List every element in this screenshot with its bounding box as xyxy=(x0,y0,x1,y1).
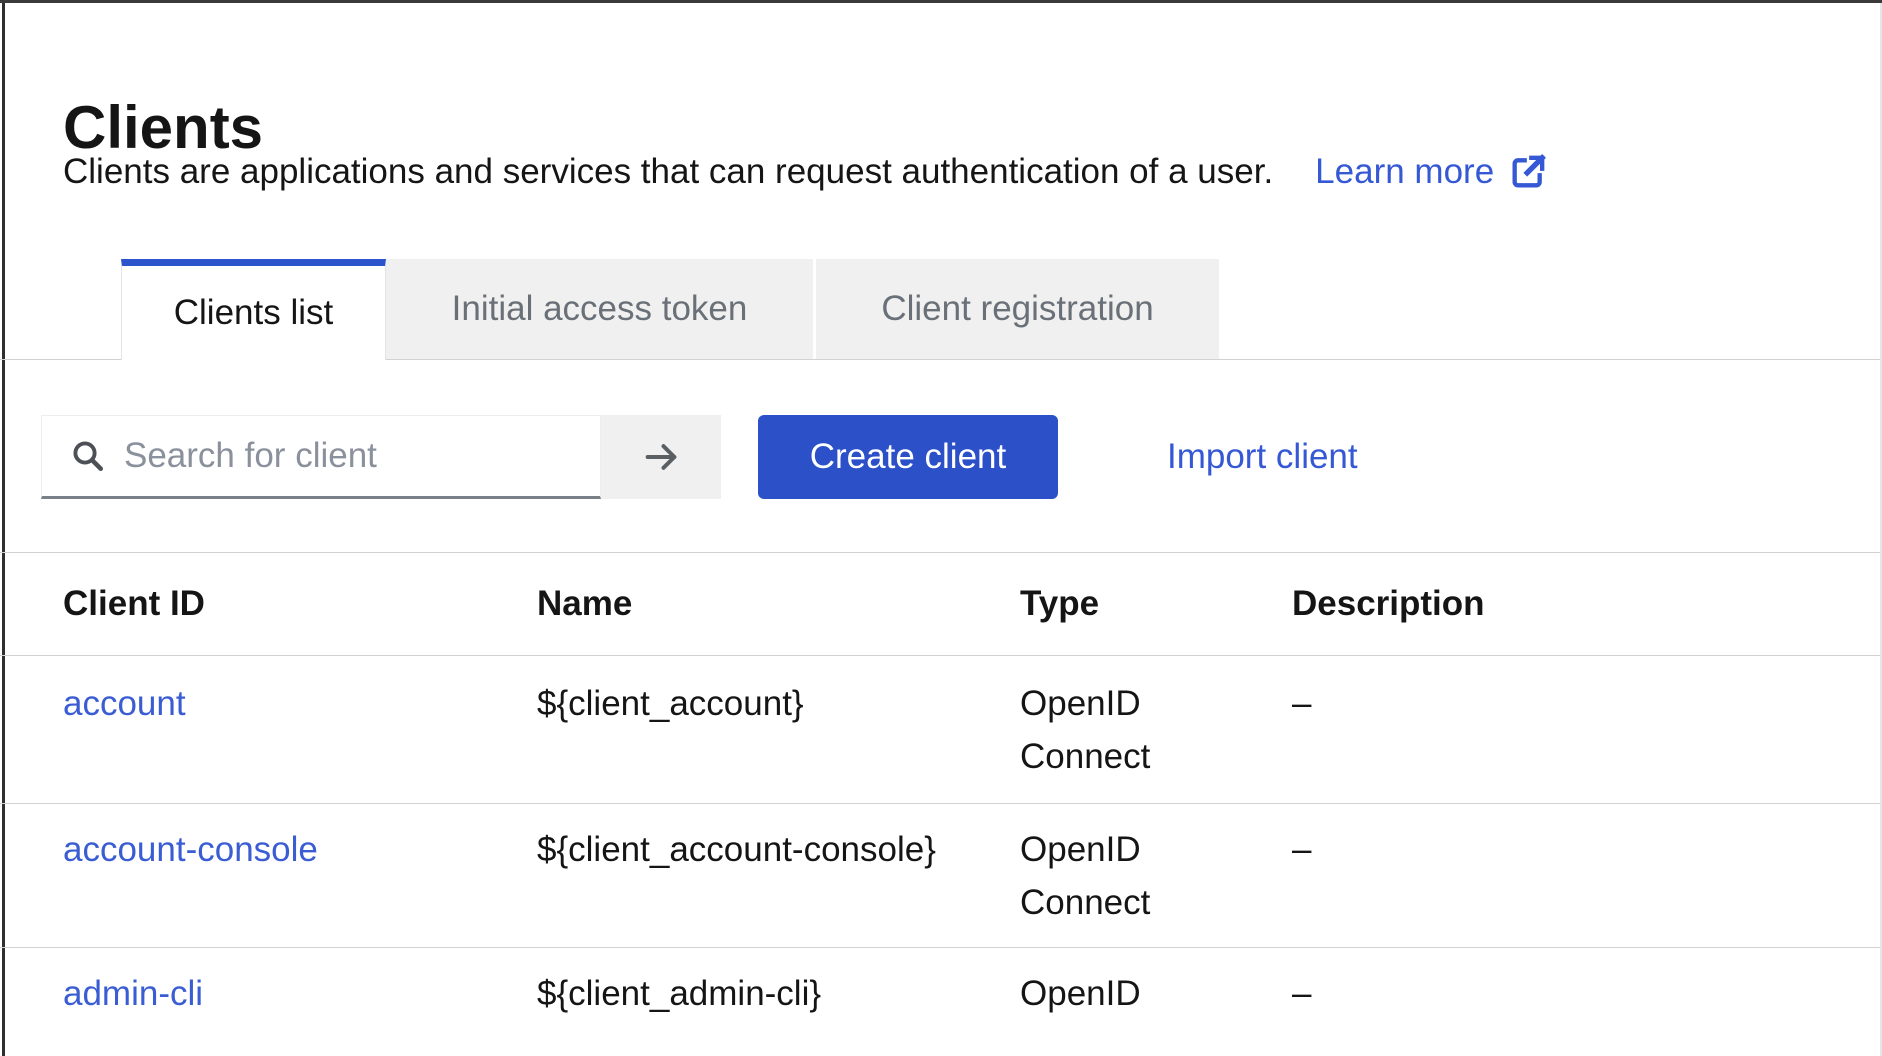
client-name: ${client_account-console} xyxy=(537,823,1020,876)
client-type: OpenID Connect xyxy=(1020,823,1292,929)
search-input[interactable] xyxy=(122,435,600,477)
arrow-right-icon xyxy=(641,437,681,477)
tab-initial-access-token-label: Initial access token xyxy=(452,289,748,329)
table-header-row: Client ID Name Type Description xyxy=(0,552,1882,656)
tab-spacer xyxy=(0,259,121,359)
search-box xyxy=(41,415,601,499)
clients-page: Clients Clients are applications and ser… xyxy=(0,0,1882,1056)
tabs: Clients list Initial access token Client… xyxy=(0,259,1882,360)
client-link-account-console[interactable]: account-console xyxy=(63,823,318,876)
tab-clients-list-label: Clients list xyxy=(174,293,333,333)
external-link-icon xyxy=(1508,152,1548,192)
column-header-name: Name xyxy=(537,584,1020,624)
search-submit-button[interactable] xyxy=(601,415,721,499)
create-client-button[interactable]: Create client xyxy=(758,415,1058,499)
client-name: ${client_account} xyxy=(537,677,1020,730)
tab-client-registration-label: Client registration xyxy=(881,289,1153,329)
tab-clients-list[interactable]: Clients list xyxy=(121,259,386,360)
table-row: admin-cli ${client_admin-cli} OpenID Con… xyxy=(0,948,1882,1056)
client-description: – xyxy=(1292,823,1882,876)
table-row: account ${client_account} OpenID Connect… xyxy=(0,656,1882,804)
tab-client-registration[interactable]: Client registration xyxy=(813,259,1219,359)
column-header-description: Description xyxy=(1292,584,1882,624)
column-header-type: Type xyxy=(1020,584,1292,624)
client-description: – xyxy=(1292,967,1882,1020)
client-type: OpenID Connect xyxy=(1020,677,1292,783)
client-link-account[interactable]: account xyxy=(63,677,186,730)
search-icon xyxy=(70,438,106,474)
clients-toolbar: Create client Import client xyxy=(41,415,1358,499)
learn-more-link[interactable]: Learn more xyxy=(1315,152,1548,192)
table-row: account-console ${client_account-console… xyxy=(0,804,1882,948)
client-name: ${client_admin-cli} xyxy=(537,967,1020,1020)
clients-table: Client ID Name Type Description account … xyxy=(0,552,1882,1056)
client-description: – xyxy=(1292,677,1882,730)
page-subtitle: Clients are applications and services th… xyxy=(63,152,1273,192)
tab-initial-access-token[interactable]: Initial access token xyxy=(386,259,813,359)
learn-more-label: Learn more xyxy=(1315,152,1494,192)
client-type: OpenID Connect xyxy=(1020,967,1292,1033)
import-client-link[interactable]: Import client xyxy=(1167,437,1358,477)
client-link-admin-cli[interactable]: admin-cli xyxy=(63,967,203,1020)
column-header-client-id: Client ID xyxy=(63,584,537,624)
page-subtitle-row: Clients are applications and services th… xyxy=(63,150,1548,194)
